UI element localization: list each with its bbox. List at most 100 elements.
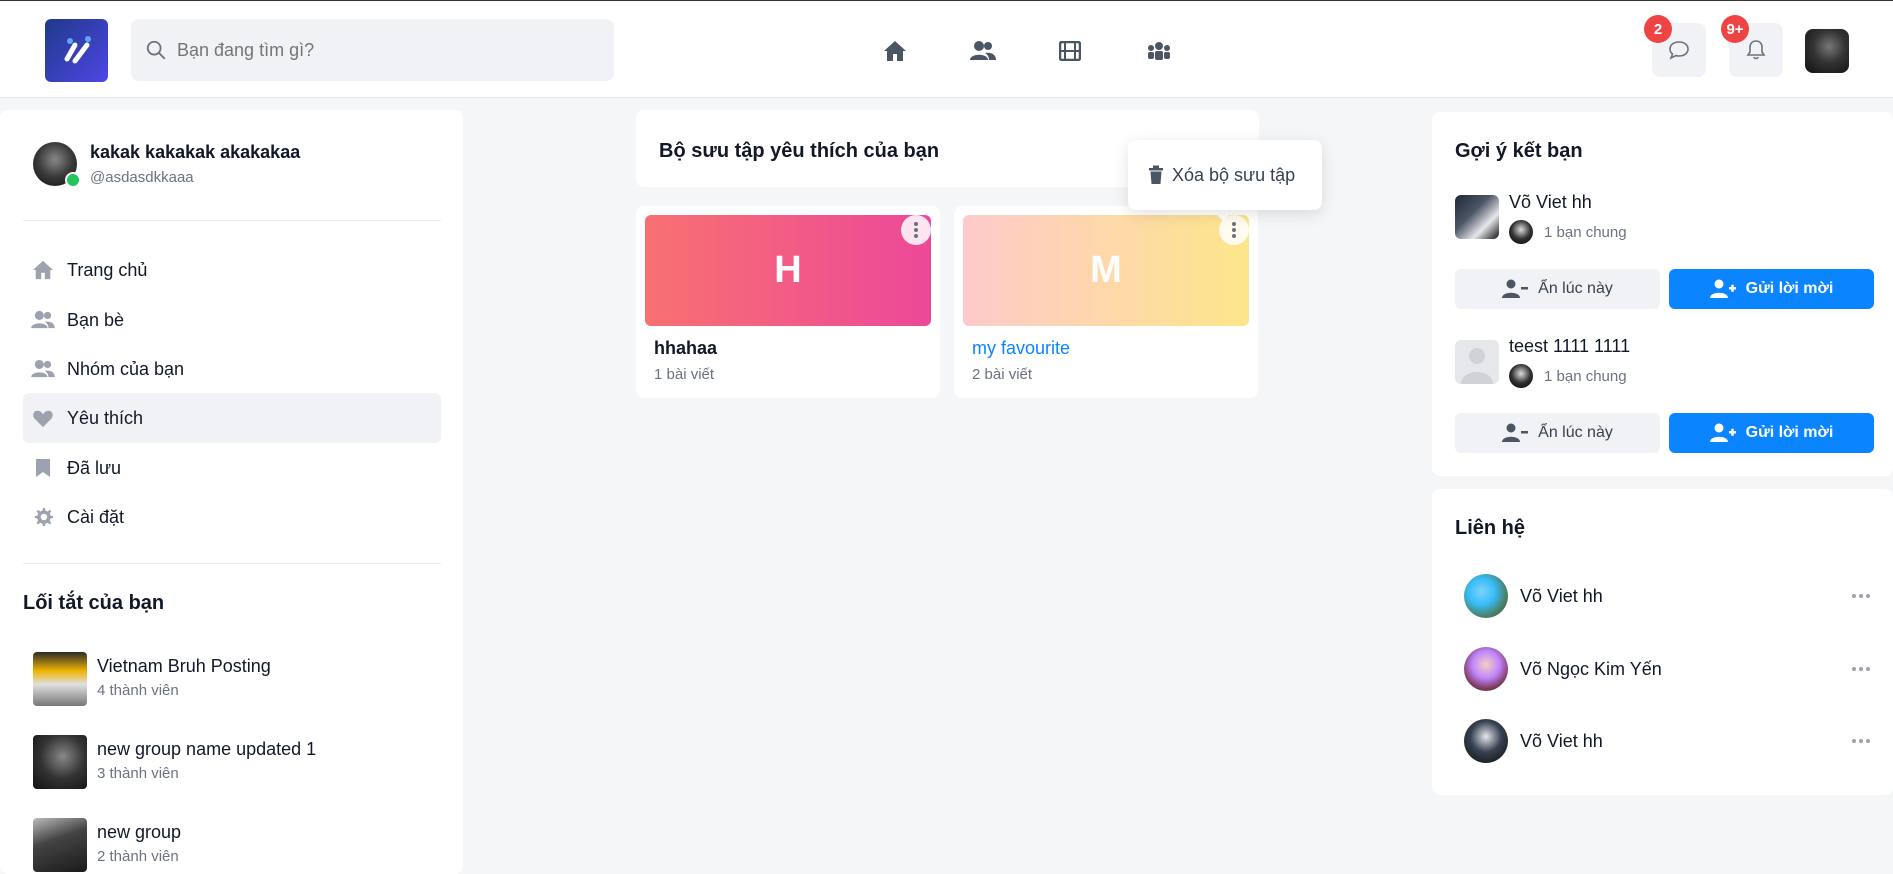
more-vertical-icon [1232, 222, 1236, 238]
contact-name: Võ Viet hh [1520, 731, 1603, 751]
online-indicator [65, 172, 81, 188]
messages-badge: 2 [1644, 15, 1672, 43]
more-horizontal-icon [1852, 594, 1870, 598]
notifications-button[interactable]: 9+ [1721, 15, 1783, 77]
menu-item-settings[interactable]: Cài đặt [23, 492, 441, 542]
user-plus-icon [1709, 279, 1736, 298]
profile-card[interactable]: kakak kakakak akakakaa @asdasdkkaaa [33, 142, 300, 188]
menu-item-label: Bạn bè [67, 309, 125, 330]
collection-card[interactable]: H hhahaa 1 bài viết [636, 206, 940, 398]
gear-icon [31, 505, 55, 529]
film-icon [1059, 41, 1081, 61]
logo-icon [64, 35, 91, 63]
contact-avatar [1464, 719, 1508, 763]
delete-collection-menu-item[interactable]: Xóa bộ sưu tập [1128, 140, 1322, 210]
menu-item-saved[interactable]: Đã lưu [23, 443, 441, 493]
contact-name: Võ Viet hh [1520, 586, 1603, 606]
collection-name: hhahaa [654, 338, 718, 358]
menu-item-home[interactable]: Trang chủ [23, 245, 441, 295]
search-bar[interactable] [131, 19, 614, 81]
contacts-panel: Liên hệ Võ Viet hh Võ Ngọc Kim Yến Võ Vi… [1432, 489, 1893, 795]
send-request-label: Gửi lời mời [1745, 280, 1834, 297]
user-avatar[interactable] [1805, 29, 1849, 73]
shortcut-item[interactable]: Vietnam Bruh Posting 4 thành viên [33, 652, 453, 708]
contact-options-button[interactable] [1848, 657, 1874, 681]
default-avatar-icon [1461, 348, 1493, 384]
app-logo[interactable] [45, 19, 108, 82]
more-vertical-icon [914, 222, 918, 238]
delete-collection-label: Xóa bộ sưu tập [1172, 164, 1296, 185]
menu-item-favorites[interactable]: Yêu thích [23, 393, 441, 443]
shortcut-members: 3 thành viên [97, 765, 179, 782]
user-minus-icon [1502, 279, 1529, 298]
suggestion-avatar[interactable] [1455, 340, 1499, 384]
shortcut-members: 4 thành viên [97, 682, 179, 699]
profile-avatar [33, 142, 81, 188]
contact-item[interactable]: Võ Viet hh [1464, 719, 1884, 767]
more-horizontal-icon [1852, 739, 1870, 743]
hide-suggestion-button[interactable]: Ẩn lúc này [1455, 269, 1660, 309]
nav-videos[interactable] [1056, 37, 1084, 65]
bell-icon [1746, 40, 1766, 60]
friends-icon [31, 308, 55, 332]
contact-avatar [1464, 647, 1508, 691]
contacts-title: Liên hệ [1455, 517, 1526, 539]
hide-label: Ẩn lúc này [1538, 424, 1613, 441]
bookmark-icon [31, 456, 55, 480]
menu-item-label: Cài đặt [67, 506, 125, 527]
profile-handle: @asdasdkkaaa [90, 169, 194, 186]
trash-icon [1149, 165, 1163, 184]
collection-initial: H [774, 249, 802, 291]
friend-suggestions-panel: Gợi ý kết bạn Võ Viet hh 1 bạn chung Ẩn … [1432, 112, 1893, 476]
hide-suggestion-button[interactable]: Ẩn lúc này [1455, 413, 1660, 453]
nav-friends[interactable] [969, 37, 997, 65]
shortcut-item[interactable]: new group name updated 1 3 thành viên [33, 735, 453, 791]
send-request-button[interactable]: Gửi lời mời [1669, 269, 1874, 309]
mutual-friend-avatar [1509, 364, 1533, 388]
home-icon [884, 41, 906, 61]
collection-initial: M [1090, 249, 1122, 291]
groups-icon [31, 357, 55, 381]
shortcut-item[interactable]: new group 2 thành viên [33, 818, 453, 874]
contact-avatar [1464, 574, 1508, 618]
menu-item-friends[interactable]: Bạn bè [23, 295, 441, 345]
collection-count: 2 bài viết [972, 366, 1033, 383]
contact-name: Võ Ngọc Kim Yến [1520, 659, 1662, 679]
groups-icon [1148, 42, 1170, 60]
suggestion-name[interactable]: teest 1111 1111 [1509, 336, 1630, 357]
collection-name: my favourite [972, 338, 1071, 358]
contact-options-button[interactable] [1848, 729, 1874, 753]
collection-card[interactable]: M my favourite 2 bài viết [954, 206, 1258, 398]
search-input[interactable] [177, 39, 577, 61]
heart-icon [31, 406, 55, 430]
collection-options-button[interactable] [901, 215, 931, 245]
contact-item[interactable]: Võ Ngọc Kim Yến [1464, 647, 1884, 695]
suggestion-name[interactable]: Võ Viet hh [1509, 192, 1592, 213]
group-thumbnail [33, 652, 87, 706]
user-plus-icon [1709, 423, 1736, 442]
shortcuts-title: Lối tắt của bạn [23, 592, 165, 614]
menu-item-groups[interactable]: Nhóm của bạn [23, 344, 441, 394]
nav-groups[interactable] [1145, 37, 1173, 65]
menu-item-label: Đã lưu [67, 457, 122, 478]
collection-cover: H [645, 215, 931, 326]
menu-item-label: Nhóm của bạn [67, 358, 185, 379]
chat-icon [1669, 41, 1689, 60]
shortcut-name: new group [97, 822, 182, 842]
mutual-friends: 1 bạn chung [1544, 224, 1627, 241]
more-horizontal-icon [1852, 667, 1870, 671]
group-thumbnail [33, 818, 87, 872]
group-thumbnail [33, 735, 87, 789]
send-request-button[interactable]: Gửi lời mời [1669, 413, 1874, 453]
shortcut-members: 2 thành viên [97, 848, 179, 865]
shortcut-name: new group name updated 1 [97, 739, 317, 759]
messages-button[interactable]: 2 [1644, 15, 1706, 77]
nav-home[interactable] [881, 37, 909, 65]
contact-item[interactable]: Võ Viet hh [1464, 574, 1884, 622]
contact-options-button[interactable] [1848, 584, 1874, 608]
collection-cover: M [963, 215, 1249, 326]
menu-item-label: Yêu thích [67, 407, 144, 428]
notifications-badge: 9+ [1721, 15, 1749, 43]
suggestion-avatar[interactable] [1455, 195, 1499, 239]
menu-item-label: Trang chủ [67, 259, 148, 280]
